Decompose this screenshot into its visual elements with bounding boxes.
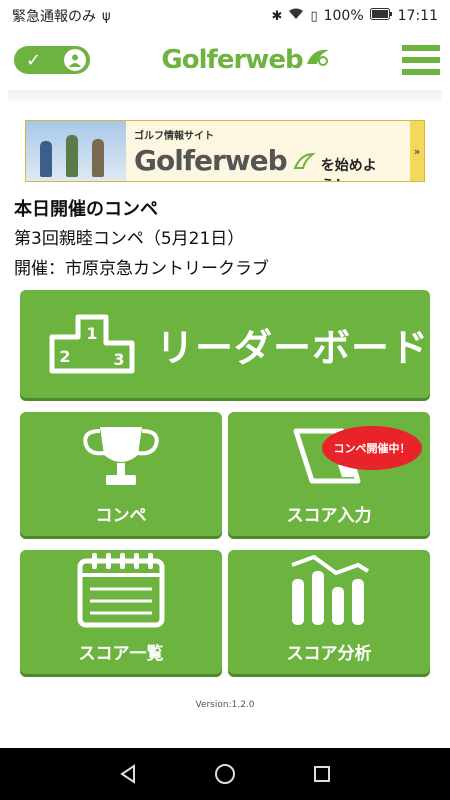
podium-number-1: 1 [86, 324, 97, 343]
system-nav-bar [0, 748, 450, 800]
bar-chart-icon [284, 549, 374, 633]
score-analysis-button[interactable]: スコア分析 [228, 550, 430, 674]
compe-button[interactable]: コンペ [20, 412, 222, 536]
recents-button[interactable] [302, 754, 342, 794]
home-icon [214, 764, 235, 784]
podium-number-2: 2 [59, 347, 70, 366]
compe-venue: 開催：市原京急カントリークラブ [14, 259, 269, 279]
banner-main: Golferweb を始めよう！ [134, 144, 402, 181]
battery-percent: 100% [323, 8, 364, 24]
app-logo[interactable]: Golferweb [161, 45, 330, 75]
user-icon [64, 49, 86, 71]
bluetooth-icon: ✱ [271, 8, 283, 24]
today-compe-info: 本日開催のコンペ 第3回親睦コンペ（5月21日） 開催：市原京急カントリークラブ [14, 196, 434, 284]
back-button[interactable] [108, 754, 148, 794]
carrier-text: 緊急通報のみ [12, 9, 96, 25]
banner-golfers-image [26, 121, 126, 181]
leaderboard-label: リーダーボード [156, 325, 430, 370]
golfer-figure [40, 141, 52, 177]
status-right: ✱ ▯ 100% 17:11 [272, 8, 438, 24]
app-version: Version:1.2.0 [195, 700, 255, 710]
golfer-figure [66, 135, 78, 177]
sim-alert-icon: ▯ [310, 8, 318, 24]
status-left: 緊急通報のみ ψ [12, 6, 111, 26]
banner-cta: を始めよう！ [320, 158, 377, 181]
app-header: ✓ Golferweb [0, 32, 450, 88]
banner-body: ゴルフ情報サイト Golferweb を始めよう！ [126, 121, 410, 181]
clock: 17:11 [397, 8, 438, 24]
battery-icon [369, 8, 392, 24]
home-button[interactable] [205, 754, 245, 794]
banner-subtitle: ゴルフ情報サイト [134, 131, 214, 142]
calendar-icon [74, 549, 168, 633]
wifi-icon [288, 8, 304, 24]
menu-button[interactable] [402, 45, 440, 75]
score-list-button[interactable]: スコア一覧 [20, 550, 222, 674]
podium-number-3: 3 [113, 350, 124, 369]
golfer-figure [92, 139, 104, 177]
podium-icon: 1 2 3 [48, 309, 136, 379]
menu-bar [402, 57, 440, 63]
score-input-label: スコア入力 [286, 506, 372, 526]
banner-arrow-icon: » [410, 121, 424, 181]
banner-wing-icon [293, 152, 316, 174]
logo-mark-icon [305, 45, 331, 75]
compe-ongoing-badge: コンペ開催中！ [322, 426, 422, 470]
compe-label: コンペ [95, 506, 147, 526]
menu-bar [402, 45, 440, 51]
usb-icon: ψ [102, 8, 111, 24]
back-icon [120, 764, 136, 784]
leaderboard-button[interactable]: 1 2 3 リーダーボード [20, 290, 430, 398]
menu-bar [402, 69, 440, 75]
check-icon: ✓ [26, 49, 42, 71]
score-input-button[interactable]: コンペ開催中！ スコア入力 [228, 412, 430, 536]
section-title: 本日開催のコンペ [14, 199, 158, 220]
score-list-label: スコア一覧 [78, 644, 164, 664]
logo-text: Golferweb [161, 45, 303, 75]
header-divider [8, 90, 442, 102]
golferweb-banner[interactable]: ゴルフ情報サイト Golferweb を始めよう！ » [25, 120, 425, 182]
login-status-toggle[interactable]: ✓ [14, 46, 90, 74]
banner-logo: Golferweb [134, 144, 288, 177]
compe-name: 第3回親睦コンペ（5月21日） [14, 229, 245, 249]
trophy-icon [76, 421, 166, 495]
status-bar: 緊急通報のみ ψ ✱ ▯ 100% 17:11 [0, 0, 450, 32]
recents-icon [313, 766, 330, 782]
score-analysis-label: スコア分析 [286, 644, 372, 664]
